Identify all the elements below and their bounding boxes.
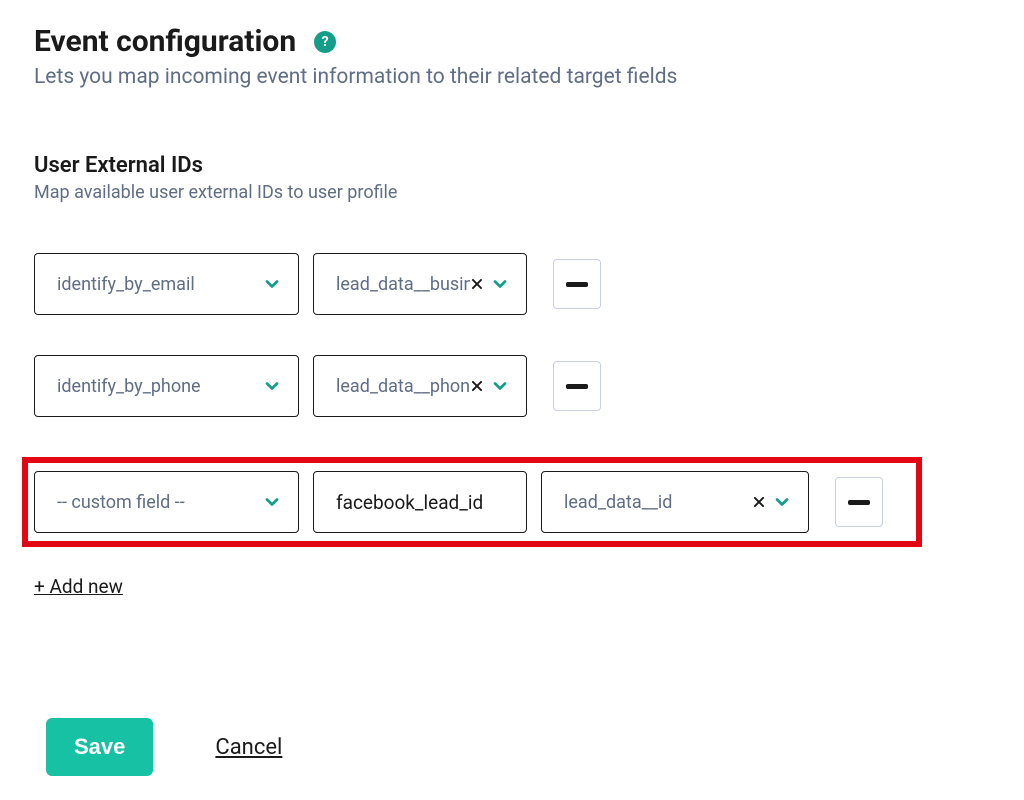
- minus-icon: [848, 500, 870, 505]
- value-select-value: lead_data__phone_number: [336, 376, 470, 397]
- minus-icon: [566, 384, 588, 389]
- value-select[interactable]: lead_data__phone_number: [313, 355, 527, 417]
- cancel-link[interactable]: Cancel: [215, 735, 282, 760]
- value-select-value: lead_data__id: [564, 492, 752, 513]
- save-button[interactable]: Save: [46, 718, 153, 776]
- field-select[interactable]: -- custom field --: [34, 471, 299, 533]
- field-select-value: identify_by_email: [57, 274, 262, 295]
- field-select[interactable]: identify_by_phone: [34, 355, 299, 417]
- page-subtitle: Lets you map incoming event information …: [34, 65, 990, 89]
- clear-icon[interactable]: [470, 277, 484, 291]
- value-select[interactable]: lead_data__id: [541, 471, 809, 533]
- help-icon[interactable]: ?: [314, 31, 336, 53]
- custom-field-name-input[interactable]: facebook_lead_id: [313, 471, 527, 533]
- value-select[interactable]: lead_data__business_email: [313, 253, 527, 315]
- chevron-down-icon: [490, 376, 510, 396]
- chevron-down-icon: [772, 492, 792, 512]
- custom-field-name-value: facebook_lead_id: [336, 491, 483, 514]
- mapping-row: identify_by_phone lead_data__phone_numbe…: [34, 355, 990, 417]
- page-title: Event configuration: [34, 24, 296, 59]
- clear-icon[interactable]: [752, 495, 766, 509]
- chevron-down-icon: [262, 274, 282, 294]
- mapping-row: identify_by_email lead_data__business_em…: [34, 253, 990, 315]
- remove-row-button[interactable]: [835, 477, 883, 527]
- field-select-value: -- custom field --: [57, 492, 262, 513]
- field-select[interactable]: identify_by_email: [34, 253, 299, 315]
- minus-icon: [566, 282, 588, 287]
- mapping-row-highlighted: -- custom field -- facebook_lead_id lead…: [22, 457, 922, 547]
- field-select-value: identify_by_phone: [57, 376, 262, 397]
- chevron-down-icon: [262, 376, 282, 396]
- clear-icon[interactable]: [470, 379, 484, 393]
- chevron-down-icon: [262, 492, 282, 512]
- section-title: User External IDs: [34, 153, 990, 178]
- section-subtitle: Map available user external IDs to user …: [34, 182, 990, 203]
- remove-row-button[interactable]: [553, 259, 601, 309]
- value-select-value: lead_data__business_email: [336, 274, 470, 295]
- remove-row-button[interactable]: [553, 361, 601, 411]
- chevron-down-icon: [490, 274, 510, 294]
- add-new-link[interactable]: + Add new: [34, 575, 123, 598]
